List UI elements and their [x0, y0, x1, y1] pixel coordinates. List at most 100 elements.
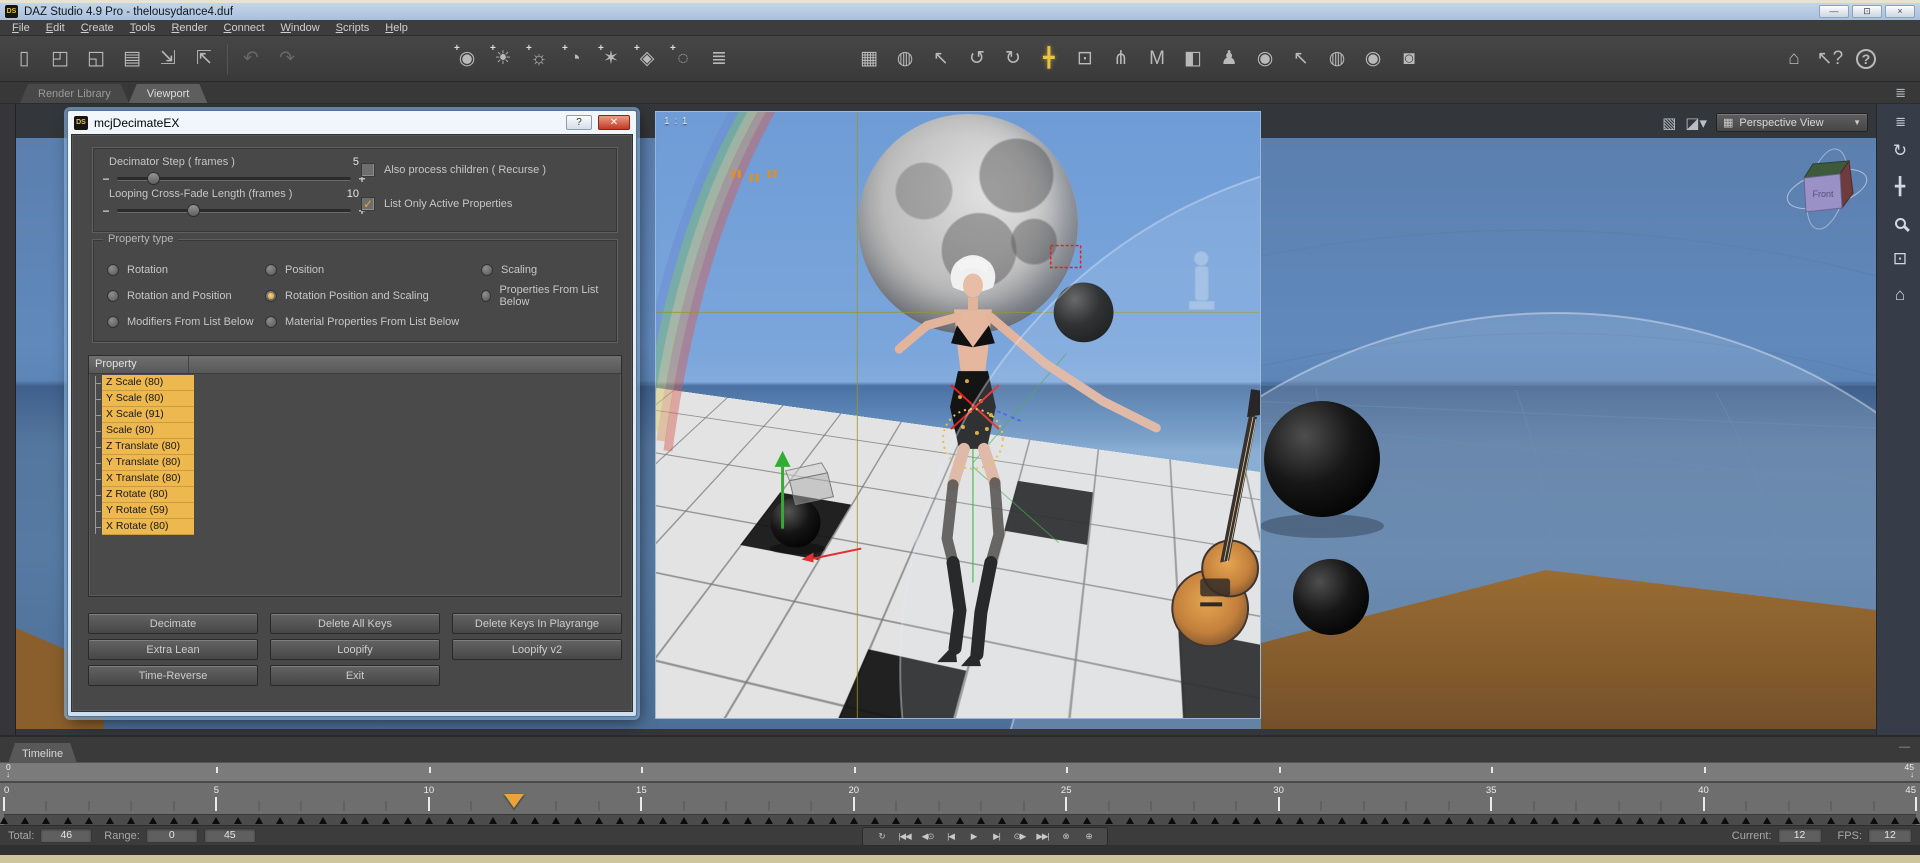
- radio-dot[interactable]: [265, 315, 277, 328]
- tab-viewport[interactable]: Viewport: [129, 84, 208, 103]
- reset-view-icon[interactable]: ⌂: [1888, 284, 1912, 306]
- create-primitive-icon[interactable]: + ◈: [631, 43, 663, 75]
- property-list-header[interactable]: Property: [89, 356, 621, 374]
- new-file-icon[interactable]: ▯: [8, 43, 40, 75]
- playhead[interactable]: [503, 794, 524, 808]
- ds-home-icon[interactable]: ⌂: [1778, 43, 1810, 75]
- radio-position[interactable]: Position: [265, 262, 481, 277]
- tab-timeline[interactable]: Timeline: [8, 743, 77, 764]
- radio-dot[interactable]: [265, 263, 277, 276]
- play-button[interactable]: ▶: [963, 829, 984, 844]
- next-frame-button[interactable]: ▶|: [986, 829, 1007, 844]
- undo-icon[interactable]: ↶: [235, 43, 267, 75]
- menu-window[interactable]: Window: [273, 22, 328, 34]
- property-list-item[interactable]: X Translate (80): [95, 471, 194, 487]
- pane-options-icon[interactable]: ≣: [1895, 85, 1906, 101]
- menu-render[interactable]: Render: [163, 22, 215, 34]
- open-recent-icon[interactable]: ◱: [80, 43, 112, 75]
- menu-help[interactable]: Help: [377, 22, 416, 34]
- loopify-v2-button[interactable]: Loopify v2: [452, 639, 622, 660]
- radio-dot[interactable]: [107, 289, 119, 302]
- property-list-item[interactable]: Y Rotate (59): [95, 503, 194, 519]
- next-key-button[interactable]: ⊙▶: [1009, 829, 1030, 844]
- crossfade-length-minus[interactable]: −: [101, 204, 111, 218]
- minimize-button[interactable]: —: [1819, 5, 1849, 18]
- delete-key-button[interactable]: ⊗: [1055, 829, 1076, 844]
- radio-dot[interactable]: [107, 263, 119, 276]
- range-start-field[interactable]: 0: [145, 828, 198, 843]
- property-list-item[interactable]: Z Rotate (80): [95, 487, 194, 503]
- property-list-item[interactable]: Z Translate (80): [95, 439, 194, 455]
- current-frame-field[interactable]: 12: [1777, 828, 1822, 843]
- menu-tools[interactable]: Tools: [122, 22, 164, 34]
- delete-keys-in-playrange-button[interactable]: Delete Keys In Playrange: [452, 613, 622, 634]
- bone-tool-icon[interactable]: ⋔: [1105, 43, 1137, 75]
- dialog-titlebar[interactable]: DS mcjDecimateEX ? ✕: [71, 111, 633, 134]
- help-icon[interactable]: ?: [1850, 43, 1882, 75]
- timeline-frame-ruler[interactable]: 0 5 10 15 20 25 30 35 40 45: [0, 783, 1920, 825]
- whats-this-icon[interactable]: ↖?: [1814, 43, 1846, 75]
- pan-icon[interactable]: ╋: [1888, 176, 1912, 198]
- timeline-collapse-handle[interactable]: —: [1899, 741, 1910, 753]
- orbit-icon[interactable]: ↻: [1888, 140, 1912, 162]
- translate-tool-icon[interactable]: ╋: [1033, 43, 1065, 75]
- universal-manipulator-icon[interactable]: ◍: [889, 43, 921, 75]
- add-key-button[interactable]: ⊕: [1078, 829, 1099, 844]
- menu-file[interactable]: File: [4, 22, 38, 34]
- create-spotlight-icon[interactable]: + ✶: [595, 43, 627, 75]
- radio-modifiers-from-list-below[interactable]: Modifiers From List Below: [107, 314, 265, 329]
- go-to-start-button[interactable]: |◀◀: [894, 829, 915, 844]
- property-list-item[interactable]: Scale (80): [95, 423, 194, 439]
- radio-rotation-and-position[interactable]: Rotation and Position: [107, 288, 265, 303]
- previous-frame-button[interactable]: |◀: [940, 829, 961, 844]
- scene-grid-icon[interactable]: ▦: [853, 43, 885, 75]
- render-preview-icon[interactable]: ▧: [1662, 114, 1676, 132]
- scale-tool-icon[interactable]: ⊡: [1069, 43, 1101, 75]
- radio-material-properties-from-list-below[interactable]: Material Properties From List Below: [265, 314, 481, 329]
- import-icon[interactable]: ⇲: [152, 43, 184, 75]
- extra-lean-button[interactable]: Extra Lean: [88, 639, 258, 660]
- exit-button[interactable]: Exit: [270, 665, 440, 686]
- frame-icon[interactable]: ⊡: [1888, 248, 1912, 270]
- range-start-marker[interactable]: 0 ↓: [6, 763, 20, 779]
- previous-key-button[interactable]: ◀⊙: [917, 829, 938, 844]
- radio-rotation[interactable]: Rotation: [107, 262, 265, 277]
- camera-aspect-frame[interactable]: 1 : 1: [655, 111, 1261, 719]
- create-gauge-icon[interactable]: + ◔: [559, 43, 591, 75]
- restore-button[interactable]: ⊡: [1852, 5, 1882, 18]
- node-selection-icon[interactable]: ↖: [925, 43, 957, 75]
- view-orientation-cube[interactable]: Front: [1782, 144, 1874, 232]
- property-list[interactable]: Property Z Scale (80) Y Scale (80) X Scale…: [88, 355, 622, 597]
- titlebar[interactable]: DS DAZ Studio 4.9 Pro - thelousydance4.d…: [0, 3, 1920, 20]
- menu-edit[interactable]: Edit: [38, 22, 73, 34]
- checkbox-recurse[interactable]: Also process children ( Recurse ): [361, 162, 546, 178]
- radio-dot[interactable]: [481, 263, 493, 276]
- viewport-pane-menu-icon[interactable]: ≣: [1895, 114, 1906, 130]
- menu-connect[interactable]: Connect: [216, 22, 273, 34]
- redo-icon[interactable]: ↷: [271, 43, 303, 75]
- checkbox-box[interactable]: [361, 163, 375, 177]
- close-button[interactable]: ×: [1885, 5, 1915, 18]
- surface-selection-icon[interactable]: ◧: [1177, 43, 1209, 75]
- timeline-range-ruler[interactable]: 0 ↓ 45 ↓: [0, 762, 1920, 783]
- property-list-item[interactable]: Z Scale (80): [95, 375, 194, 391]
- mcjdecimateex-dialog[interactable]: DS mcjDecimateEX ? ✕ Decimator Step ( fr…: [67, 110, 637, 717]
- figure-tool-icon[interactable]: ♟: [1213, 43, 1245, 75]
- save-icon[interactable]: ▤: [116, 43, 148, 75]
- camera-cursor-icon[interactable]: ◉: [1249, 43, 1281, 75]
- radio-dot[interactable]: [265, 289, 277, 302]
- property-list-item[interactable]: Y Translate (80): [95, 455, 194, 471]
- crossfade-length-slider[interactable]: [117, 204, 351, 217]
- loop-button[interactable]: ↻: [871, 829, 892, 844]
- fps-field[interactable]: 12: [1868, 828, 1912, 843]
- decimator-step-minus[interactable]: −: [101, 172, 111, 186]
- menu-scripts[interactable]: Scripts: [328, 22, 378, 34]
- open-file-icon[interactable]: ◰: [44, 43, 76, 75]
- camera-options-icon[interactable]: ◪▾: [1685, 114, 1707, 132]
- pointer-settings-icon[interactable]: ↖: [1285, 43, 1317, 75]
- delete-all-keys-button[interactable]: Delete All Keys: [270, 613, 440, 634]
- dialog-close-button[interactable]: ✕: [598, 115, 630, 130]
- loopify-button[interactable]: Loopify: [270, 639, 440, 660]
- create-camera-icon[interactable]: + ◉: [451, 43, 483, 75]
- range-end-field[interactable]: 45: [203, 828, 256, 843]
